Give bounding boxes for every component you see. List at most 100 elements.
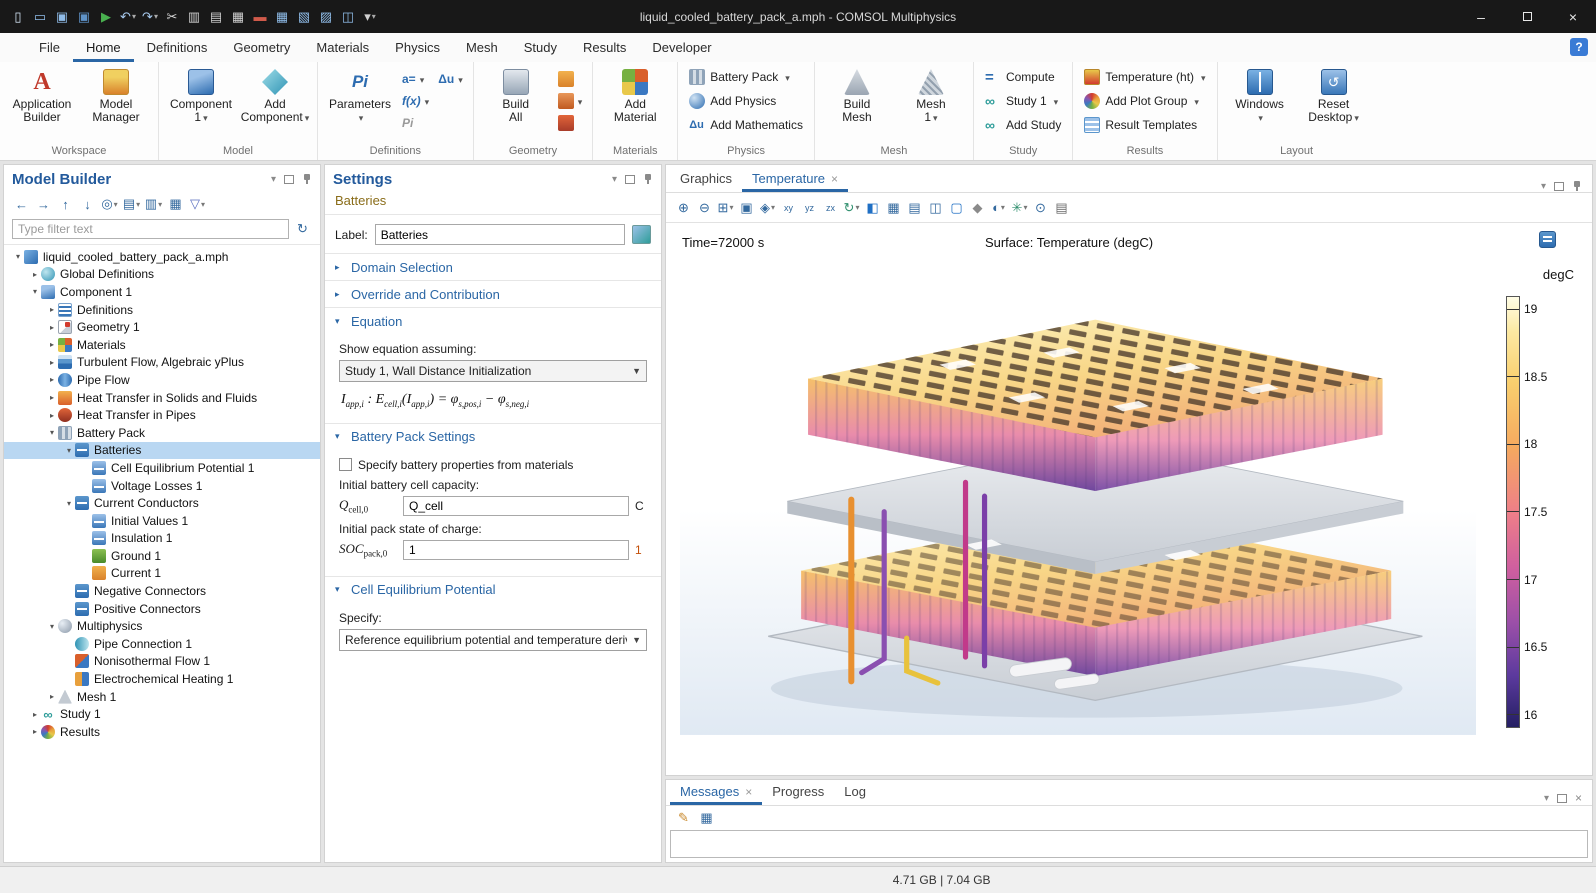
zoom-out-icon[interactable]: ⊖	[695, 198, 714, 217]
tree-expander-icon[interactable]: ▸	[46, 305, 58, 314]
save-icon[interactable]: ▣	[52, 6, 72, 28]
view-zx-icon[interactable]: zx	[821, 198, 840, 217]
tab-graphics[interactable]: Graphics	[670, 166, 742, 192]
section-header[interactable]: ▾ Battery Pack Settings	[325, 424, 661, 450]
menu-item[interactable]: Home	[73, 34, 134, 62]
menu-item[interactable]: Definitions	[134, 34, 221, 62]
copy-image-icon[interactable]: ▧	[294, 6, 314, 28]
nav-back-icon[interactable]: ←	[12, 195, 31, 214]
tree-expander-icon[interactable]: ▸	[46, 692, 58, 701]
tree-expander-icon[interactable]: ▾	[46, 428, 58, 437]
save-as-icon[interactable]: ▣	[74, 6, 94, 28]
model-manager-button[interactable]: ModelManager	[80, 65, 152, 143]
node-grouping-icon[interactable]: ▦	[166, 195, 185, 214]
customize-icon[interactable]: ▾▾	[360, 6, 380, 28]
tree-row[interactable]: ▸ Pipe Flow	[4, 371, 320, 389]
section-header[interactable]: ▾ Equation	[325, 308, 661, 334]
default-view-icon[interactable]: ◈▾	[758, 198, 777, 217]
filter-icon[interactable]: ▽▾	[188, 195, 207, 214]
close-button[interactable]: ×	[1550, 0, 1596, 33]
float-panel-icon[interactable]	[1557, 794, 1567, 803]
panel-menu-icon[interactable]: ▾	[1541, 181, 1546, 192]
section-header[interactable]: ▸ Domain Selection	[325, 254, 661, 280]
tree-row[interactable]: ▾ Battery Pack	[4, 424, 320, 442]
add-plot-group-button[interactable]: Add Plot Group	[1079, 89, 1210, 113]
add-study-button[interactable]: Add Study	[980, 113, 1066, 137]
result-templates-button[interactable]: Result Templates	[1079, 113, 1210, 137]
tree-row[interactable]: ▾ liquid_cooled_battery_pack_a.mph	[4, 248, 320, 266]
tree-row[interactable]: Negative Connectors	[4, 582, 320, 600]
move-up-icon[interactable]: ↑	[56, 195, 75, 214]
zoom-in-icon[interactable]: ⊕	[674, 198, 693, 217]
help-button[interactable]: ?	[1570, 38, 1588, 56]
duplicate-icon[interactable]: ▦	[228, 6, 248, 28]
update-plot-icon[interactable]: ↻▾	[842, 198, 861, 217]
float-panel-icon[interactable]	[1554, 182, 1564, 191]
add-component-button[interactable]: AddComponent	[239, 65, 311, 143]
battery-pack-3d-view[interactable]	[680, 257, 1476, 763]
copy-icon[interactable]: ▥	[184, 6, 204, 28]
close-tab-icon[interactable]: ×	[745, 785, 752, 799]
delete-icon[interactable]: ▬	[250, 6, 270, 28]
panel-menu-icon[interactable]: ▾	[271, 174, 276, 185]
tree-row[interactable]: ▸ Global Definitions	[4, 266, 320, 284]
close-tab-icon[interactable]: ×	[831, 172, 838, 186]
tree-expander-icon[interactable]: ▸	[46, 411, 58, 420]
tree-row[interactable]: Electrochemical Heating 1	[4, 670, 320, 688]
windows-button[interactable]: Windows	[1224, 65, 1296, 143]
menu-item[interactable]: Materials	[303, 34, 382, 62]
print-icon[interactable]: ▤	[1052, 198, 1071, 217]
plot-settings-icon[interactable]	[1539, 231, 1556, 248]
pin-panel-icon[interactable]	[1572, 180, 1582, 192]
tree-row[interactable]: ▸ Heat Transfer in Solids and Fluids	[4, 389, 320, 407]
tree-row[interactable]: ▾ Batteries	[4, 442, 320, 460]
tree-row[interactable]: ▾ Current Conductors	[4, 494, 320, 512]
tree-row[interactable]: ▸ Definitions	[4, 301, 320, 319]
tree-expander-icon[interactable]: ▾	[63, 499, 75, 508]
virtual-operations-button[interactable]	[554, 113, 587, 133]
scene-settings-icon[interactable]: ✳▾	[1010, 198, 1029, 217]
tree-row[interactable]: ▸ Results	[4, 723, 320, 741]
tree-row[interactable]: Pipe Connection 1	[4, 635, 320, 653]
tree-row[interactable]: ▾ Multiphysics	[4, 617, 320, 635]
soc-input[interactable]	[403, 540, 629, 560]
add-material-button[interactable]: AddMaterial	[599, 65, 671, 143]
float-panel-icon[interactable]	[284, 175, 294, 184]
tree-expander-icon[interactable]: ▸	[29, 270, 41, 279]
tree-row[interactable]: ▸ Heat Transfer in Pipes	[4, 406, 320, 424]
tree-row[interactable]: ▾ Component 1	[4, 283, 320, 301]
tree-row[interactable]: Initial Values 1	[4, 512, 320, 530]
component-button[interactable]: Component1	[165, 65, 237, 143]
build-mesh-button[interactable]: BuildMesh	[821, 65, 893, 143]
specify-from-materials-checkbox[interactable]	[339, 458, 352, 471]
clear-messages-icon[interactable]: ✎	[674, 809, 693, 828]
tree-row[interactable]: ▸ Mesh 1	[4, 688, 320, 706]
equation-study-select[interactable]: Study 1, Wall Distance Initialization ▼	[339, 360, 647, 382]
variables-button[interactable]: a=	[398, 69, 428, 89]
study-1-button[interactable]: Study 1	[980, 89, 1066, 113]
snapshot-icon[interactable]: ⊙	[1031, 198, 1050, 217]
tree-row[interactable]: Nonisothermal Flow 1	[4, 653, 320, 671]
cut-icon[interactable]: ✂	[162, 6, 182, 28]
expand-all-icon[interactable]: ▥▾	[144, 195, 163, 214]
capacity-input[interactable]	[403, 496, 629, 516]
tree-row[interactable]: ▸ Study 1	[4, 705, 320, 723]
parameters-button[interactable]: Parameters	[324, 65, 396, 143]
tab-log[interactable]: Log	[834, 779, 876, 805]
menu-item[interactable]: Physics	[382, 34, 453, 62]
view-xy-icon[interactable]: xy	[779, 198, 798, 217]
redo-icon[interactable]: ↷▾	[140, 6, 160, 28]
tab-temperature[interactable]: Temperature ×	[742, 166, 848, 192]
tree-row[interactable]: Current 1	[4, 565, 320, 583]
select-frame-icon[interactable]: ▢	[947, 198, 966, 217]
tree-expander-icon[interactable]: ▾	[12, 252, 24, 261]
nav-forward-icon[interactable]: →	[34, 195, 53, 214]
temperature-plot-button[interactable]: Temperature (ht)	[1079, 65, 1210, 89]
tree-expander-icon[interactable]: ▸	[46, 340, 58, 349]
filter-input[interactable]	[12, 219, 289, 239]
tree-row[interactable]: ▸ Turbulent Flow, Algebraic yPlus	[4, 354, 320, 372]
view-yz-icon[interactable]: yz	[800, 198, 819, 217]
functions-button[interactable]: f(x)	[398, 91, 467, 111]
tree-expander-icon[interactable]: ▸	[46, 393, 58, 402]
float-panel-icon[interactable]	[625, 175, 635, 184]
